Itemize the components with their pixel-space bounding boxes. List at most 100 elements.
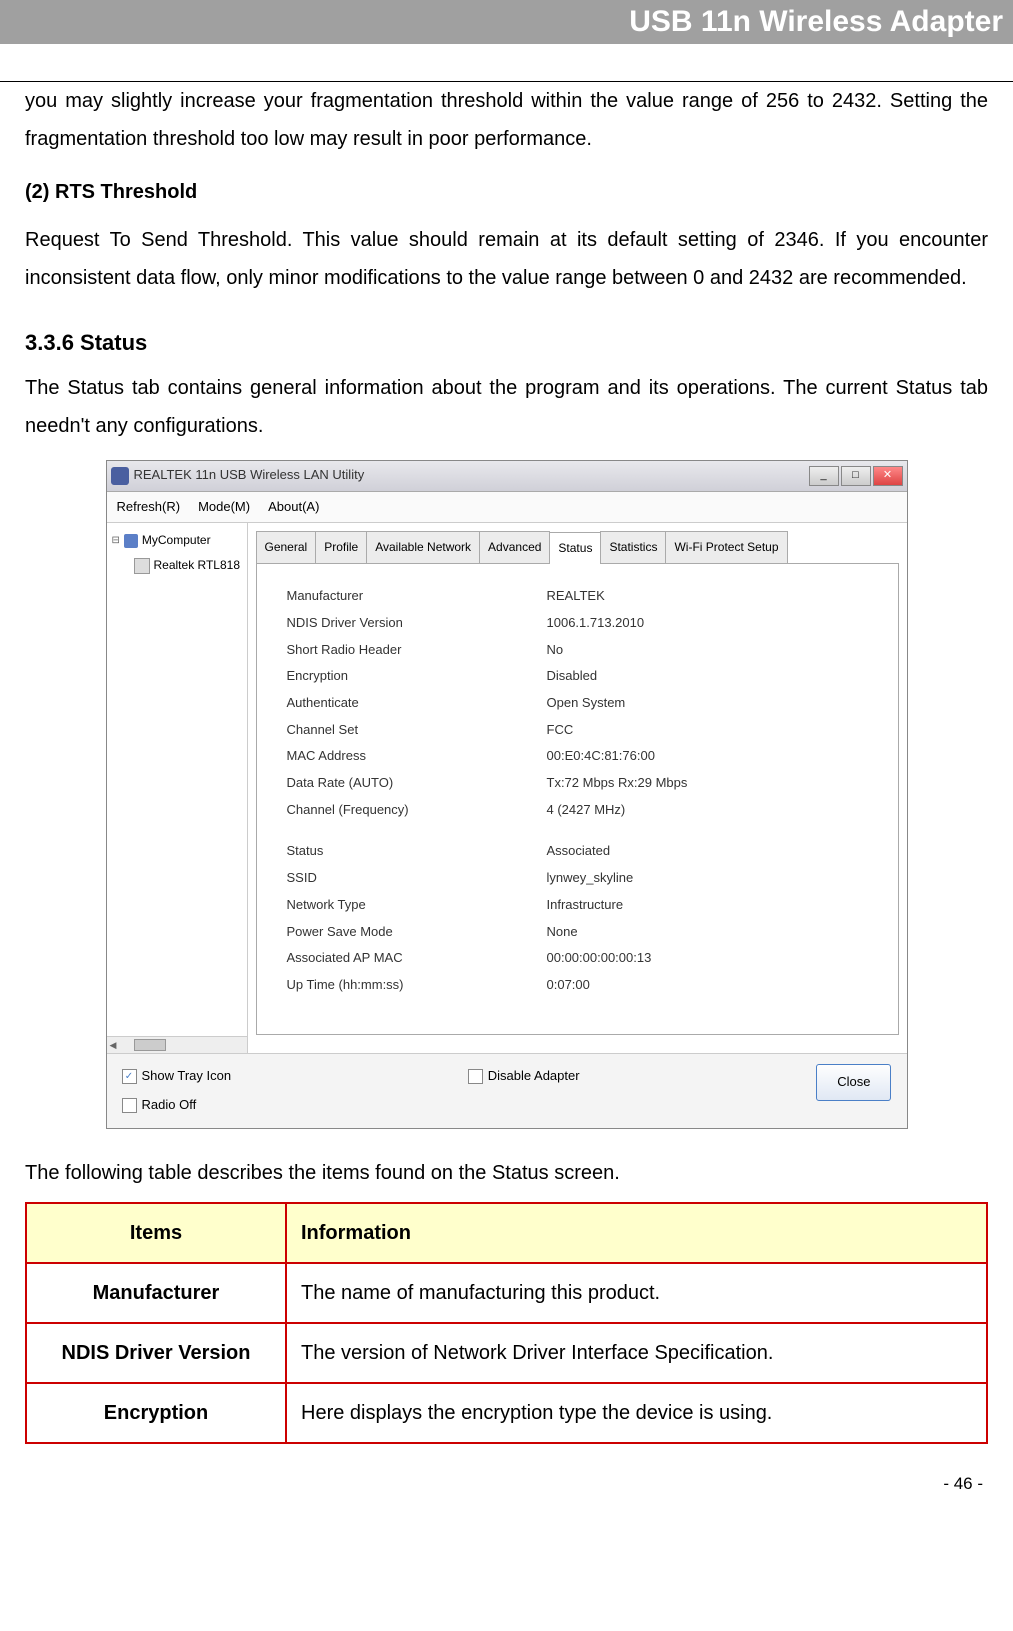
bottom-bar: ✓ Show Tray Icon Radio Off Disable Adapt… [107,1053,907,1127]
status-value: 1006.1.713.2010 [547,611,645,636]
close-button[interactable]: Close [816,1064,891,1101]
tab-general[interactable]: General [256,531,317,563]
status-row: SSIDlynwey_skyline [287,866,868,891]
status-value: Tx:72 Mbps Rx:29 Mbps [547,771,688,796]
maximize-button[interactable]: □ [841,466,871,486]
paragraph-1: you may slightly increase your fragmenta… [25,82,988,158]
document-header: USB 11n Wireless Adapter [0,0,1013,44]
menu-mode[interactable]: Mode(M) [198,495,250,520]
status-row: AuthenticateOpen System [287,691,868,716]
scroll-thumb[interactable] [134,1039,166,1051]
status-row: Data Rate (AUTO)Tx:72 Mbps Rx:29 Mbps [287,771,868,796]
status-row: Channel (Frequency)4 (2427 MHz) [287,798,868,823]
tree-child[interactable]: Realtek RTL818 [112,553,242,578]
tab-advanced[interactable]: Advanced [479,531,550,563]
tree-root[interactable]: ⊟ MyComputer [112,528,242,553]
sidebar-scrollbar[interactable]: ◀ [107,1036,247,1053]
heading-status: 3.3.6 Status [25,322,988,364]
status-label: Manufacturer [287,584,547,609]
table-header-info: Information [286,1203,987,1263]
table-cell-info: Here displays the encryption type the de… [286,1383,987,1443]
tree-child-label: Realtek RTL818 [154,554,241,577]
tab-bar: General Profile Available Network Advanc… [256,531,899,564]
status-label: NDIS Driver Version [287,611,547,636]
app-icon [111,467,129,485]
heading-rts: (2) RTS Threshold [25,173,988,211]
tree-collapse-icon[interactable]: ⊟ [112,531,120,550]
page-number: - 46 - [0,1474,1013,1494]
status-value: 4 (2427 MHz) [547,798,626,823]
close-window-button[interactable]: ✕ [873,466,903,486]
status-row: NDIS Driver Version1006.1.713.2010 [287,611,868,636]
status-value: Associated [547,839,611,864]
status-row: Network TypeInfrastructure [287,893,868,918]
table-header-items: Items [26,1203,286,1263]
table-cell-item: Manufacturer [26,1263,286,1323]
status-label: Power Save Mode [287,920,547,945]
checkbox-show-tray[interactable]: ✓ Show Tray Icon [122,1064,232,1089]
status-value: 00:E0:4C:81:76:00 [547,744,655,769]
checkbox-icon [468,1069,483,1084]
status-row: Channel SetFCC [287,718,868,743]
status-label: Network Type [287,893,547,918]
radio-off-label: Radio Off [142,1093,197,1118]
status-row: Short Radio HeaderNo [287,638,868,663]
table-row: NDIS Driver VersionThe version of Networ… [26,1323,987,1383]
status-value: 00:00:00:00:00:13 [547,946,652,971]
window-title: REALTEK 11n USB Wireless LAN Utility [134,463,365,488]
status-value: FCC [547,718,574,743]
tab-wps[interactable]: Wi-Fi Protect Setup [665,531,787,563]
table-cell-info: The name of manufacturing this product. [286,1263,987,1323]
table-cell-item: Encryption [26,1383,286,1443]
status-value: REALTEK [547,584,605,609]
status-row: Up Time (hh:mm:ss)0:07:00 [287,973,868,998]
menu-about[interactable]: About(A) [268,495,319,520]
status-label: MAC Address [287,744,547,769]
status-value: Infrastructure [547,893,624,918]
status-value: 0:07:00 [547,973,590,998]
header-title: USB 11n Wireless Adapter [629,5,1003,38]
tab-profile[interactable]: Profile [315,531,367,563]
checkbox-icon: ✓ [122,1069,137,1084]
status-label: Status [287,839,547,864]
tab-available-network[interactable]: Available Network [366,531,480,563]
status-row: MAC Address00:E0:4C:81:76:00 [287,744,868,769]
title-bar: REALTEK 11n USB Wireless LAN Utility _ □… [107,461,907,492]
status-value: lynwey_skyline [547,866,634,891]
status-label: Channel (Frequency) [287,798,547,823]
tab-content: ManufacturerREALTEKNDIS Driver Version10… [256,564,899,1035]
computer-icon [124,534,138,548]
status-value: None [547,920,578,945]
status-label: Authenticate [287,691,547,716]
disable-adapter-label: Disable Adapter [488,1064,580,1089]
status-value: Disabled [547,664,598,689]
main-panel: General Profile Available Network Advanc… [248,523,907,1053]
status-value: No [547,638,564,663]
status-row: Power Save ModeNone [287,920,868,945]
menu-bar: Refresh(R) Mode(M) About(A) [107,492,907,524]
status-row: EncryptionDisabled [287,664,868,689]
paragraph-3: The Status tab contains general informat… [25,369,988,445]
status-label: Up Time (hh:mm:ss) [287,973,547,998]
table-row: ManufacturerThe name of manufacturing th… [26,1263,987,1323]
checkbox-radio-off[interactable]: Radio Off [122,1093,232,1118]
minimize-button[interactable]: _ [809,466,839,486]
status-label: SSID [287,866,547,891]
status-row: ManufacturerREALTEK [287,584,868,609]
status-value: Open System [547,691,626,716]
device-icon [134,558,150,574]
table-row: EncryptionHere displays the encryption t… [26,1383,987,1443]
tab-status[interactable]: Status [549,532,601,564]
paragraph-4: The following table describes the items … [25,1154,988,1192]
description-table: Items Information ManufacturerThe name o… [25,1202,988,1444]
checkbox-disable-adapter[interactable]: Disable Adapter [468,1064,580,1089]
screenshot: REALTEK 11n USB Wireless LAN Utility _ □… [25,460,988,1129]
show-tray-label: Show Tray Icon [142,1064,232,1089]
tab-statistics[interactable]: Statistics [600,531,666,563]
checkbox-icon [122,1098,137,1113]
status-label: Channel Set [287,718,547,743]
menu-refresh[interactable]: Refresh(R) [117,495,181,520]
app-window: REALTEK 11n USB Wireless LAN Utility _ □… [106,460,908,1129]
paragraph-2: Request To Send Threshold. This value sh… [25,221,988,297]
status-label: Data Rate (AUTO) [287,771,547,796]
